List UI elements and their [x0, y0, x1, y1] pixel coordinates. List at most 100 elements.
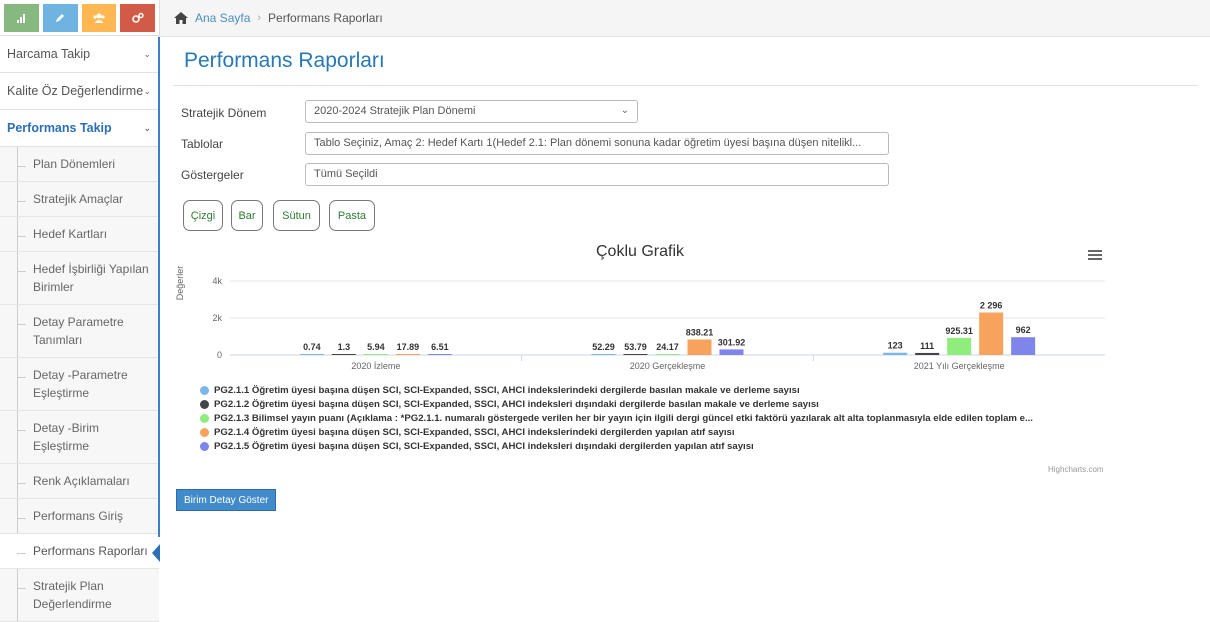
indicators-label: Göstergeler [181, 168, 244, 182]
data-label: 2 296 [980, 301, 1003, 311]
bar [299, 354, 324, 355]
bar-chart-button[interactable]: Bar [231, 200, 263, 231]
pencil-icon [56, 14, 65, 22]
sidebar-item-detay-parametre-eslestirme[interactable]: Detay -Parametre Eşleştirme [0, 358, 159, 411]
chart-credits[interactable]: Highcharts.com [1048, 465, 1104, 474]
shortcut-users[interactable] [81, 4, 117, 32]
bar-chart-icon [17, 14, 26, 23]
sidebar-item-detay-birim-eslestirme[interactable]: Detay -Birim Eşleştirme [0, 411, 159, 464]
chart-legend: PG2.1.1 Öğretim üyesi başına düşen SCI, … [200, 383, 1033, 453]
bar [427, 354, 452, 355]
shortcut-pencil[interactable] [42, 4, 78, 32]
data-label: 111 [920, 341, 934, 351]
menu-label: Kalite Öz Değerlendirme [7, 84, 144, 98]
indicators-select[interactable]: Tümü Seçildi [305, 163, 889, 186]
bar [915, 352, 940, 355]
bar [687, 339, 712, 355]
data-label: 24.17 [656, 342, 679, 352]
sidebar-item-stratejik-plan-degerlendirme[interactable]: Stratejik Plan Değerlendirme [0, 569, 159, 622]
sidebar-item-hedef-kartlari[interactable]: Hedef Kartları [0, 217, 159, 252]
shortcut-bar-chart[interactable] [4, 4, 39, 32]
tables-label: Tablolar [181, 137, 224, 151]
sidebar: Harcama Takip ⌄ Kalite Öz Değerlendirme … [0, 0, 160, 622]
shortcut-cogs[interactable] [120, 4, 155, 32]
legend-item[interactable]: PG2.1.1 Öğretim üyesi başına düşen SCI, … [200, 383, 1033, 397]
column-chart-button[interactable]: Sütun [273, 200, 320, 231]
data-label: 5.94 [367, 342, 385, 352]
bar [1011, 337, 1036, 355]
bar [979, 312, 1004, 355]
tables-select-value: Tablo Seçiniz, Amaç 2: Hedef Kartı 1(Hed… [314, 137, 862, 149]
menu-performans-takip[interactable]: Performans Takip ⌄ [0, 110, 159, 147]
sidebar-item-plan-donemleri[interactable]: Plan Dönemleri [0, 147, 159, 182]
chevron-down-icon: ⌄ [143, 122, 151, 133]
sidebar-item-stratejik-amaclar[interactable]: Stratejik Amaçlar [0, 182, 159, 217]
breadcrumb: Ana Sayfa › Performans Raporları [160, 0, 1210, 37]
data-label: 301.92 [718, 337, 746, 347]
legend-item[interactable]: PG2.1.2 Öğretim üyesi başına düşen SCI, … [200, 397, 1033, 411]
breadcrumb-separator-icon: › [257, 12, 262, 24]
data-label: 0.74 [303, 342, 321, 352]
title-divider [173, 85, 1198, 86]
bar [363, 354, 388, 355]
bar [591, 354, 616, 355]
x-tick-label: 2021 Yılı Gerçekleşme [914, 361, 1005, 371]
legend-label: PG2.1.4 Öğretim üyesi başına düşen SCI, … [214, 426, 735, 438]
x-tick-label: 2020 İzleme [351, 361, 400, 371]
users-icon [93, 13, 105, 23]
legend-marker-icon [200, 385, 209, 395]
home-icon[interactable] [174, 12, 188, 24]
y-tick-label: 0 [217, 350, 222, 360]
legend-item[interactable]: PG2.1.3 Bilimsel yayın puanı (Açıklama :… [200, 411, 1033, 425]
bar [883, 352, 908, 355]
legend-item[interactable]: PG2.1.5 Öğretim üyesi başına düşen SCI, … [200, 439, 1033, 453]
data-label: 17.89 [397, 342, 420, 352]
breadcrumb-home-link[interactable]: Ana Sayfa [195, 11, 250, 25]
x-tick-label: 2020 Gerçekleşme [630, 361, 706, 371]
data-label: 6.51 [431, 342, 449, 352]
menu-label: Performans Takip [7, 121, 112, 135]
sidebar-item-hedef-isbirligi[interactable]: Hedef İşbirliği Yapılan Birimler [0, 252, 159, 305]
menu-kalite-oz-degerlendirme[interactable]: Kalite Öz Değerlendirme ⌄ [0, 73, 159, 110]
data-label: 925.31 [945, 326, 973, 336]
page-title: Performans Raporları [184, 49, 385, 72]
y-tick-label: 4k [212, 276, 222, 286]
chevron-down-icon: ⌄ [620, 105, 629, 116]
sidebar-item-performans-raporlari[interactable]: Performans Raporları [0, 534, 160, 569]
legend-label: PG2.1.1 Öğretim üyesi başına düşen SCI, … [214, 384, 800, 396]
bar [719, 349, 744, 355]
legend-item[interactable]: PG2.1.4 Öğretim üyesi başına düşen SCI, … [200, 425, 1033, 439]
unit-detail-button[interactable]: Birim Detay Göster [176, 489, 277, 511]
chart-data-labels: 0.74 1.3 5.94 17.89 6.51 52.29 53.79 24.17 838.2… [303, 301, 1031, 352]
period-select[interactable]: 2020-2024 Stratejik Plan Dönemi ⌄ [305, 100, 638, 123]
bar [395, 354, 420, 355]
data-label: 53.79 [624, 342, 647, 352]
legend-label: PG2.1.5 Öğretim üyesi başına düşen SCI, … [214, 440, 754, 452]
legend-marker-icon [200, 399, 209, 409]
chart: 0.74 1.3 5.94 17.89 6.51 52.29 53.79 24.17 838.2… [175, 266, 1105, 371]
menu-harcama-takip[interactable]: Harcama Takip ⌄ [0, 36, 159, 73]
data-label: 962 [1016, 325, 1031, 335]
legend-marker-icon [200, 441, 209, 451]
line-chart-button[interactable]: Çizgi [183, 200, 223, 231]
main-content: Performans Raporları Stratejik Dönem 202… [160, 37, 1210, 537]
legend-marker-icon [200, 413, 209, 423]
sidebar-item-performans-giris[interactable]: Performans Giriş [0, 499, 159, 534]
breadcrumb-current: Performans Raporları [268, 11, 383, 25]
data-label: 838.21 [686, 327, 714, 337]
tables-select[interactable]: Tablo Seçiniz, Amaç 2: Hedef Kartı 1(Hed… [305, 132, 889, 155]
period-select-value: 2020-2024 Stratejik Plan Dönemi [314, 105, 476, 117]
bar [655, 354, 680, 355]
pie-chart-button[interactable]: Pasta [329, 200, 375, 231]
bar [947, 337, 972, 355]
chevron-down-icon: ⌄ [143, 48, 151, 59]
legend-label: PG2.1.3 Bilimsel yayın puanı (Açıklama :… [214, 412, 1033, 424]
sidebar-item-renk-aciklamalari[interactable]: Renk Açıklamaları [0, 464, 159, 499]
y-tick-label: 2k [212, 313, 222, 323]
submenu: Plan Dönemleri Stratejik Amaçlar Hedef K… [0, 147, 160, 622]
chevron-down-icon: ⌄ [143, 85, 151, 96]
sidebar-item-detay-parametre-tanimlari[interactable]: Detay Parametre Tanımları [0, 305, 159, 358]
period-label: Stratejik Dönem [181, 106, 267, 120]
menu-label: Harcama Takip [7, 47, 91, 61]
data-label: 123 [888, 341, 903, 351]
